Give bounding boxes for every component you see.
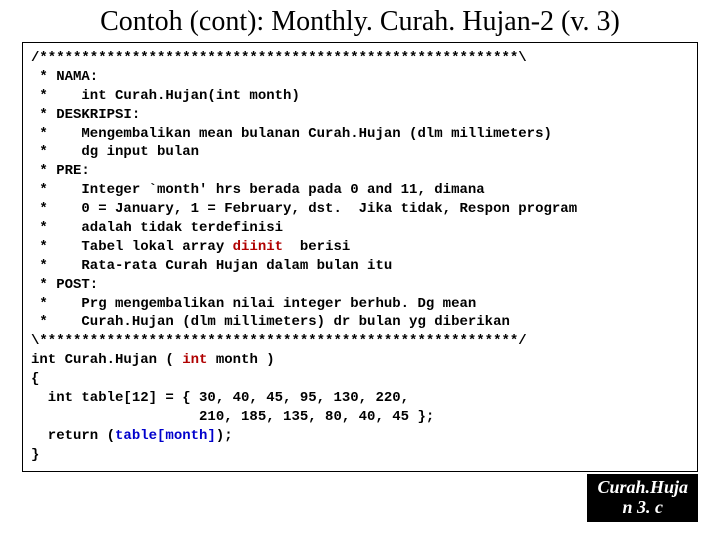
code-line: * Mengembalikan mean bulanan Curah.Hujan…: [31, 126, 552, 142]
keyword-diinit: diinit: [233, 239, 283, 255]
code-line: * 0 = January, 1 = February, dst. Jika t…: [31, 201, 577, 217]
code-line: return (table[month]);: [31, 428, 233, 444]
code-line: int Curah.Hujan ( int month ): [31, 352, 275, 368]
code-line: 210, 185, 135, 80, 40, 45 };: [31, 409, 434, 425]
code-line: * Integer `month' hrs berada pada 0 and …: [31, 182, 485, 198]
code-line: * DESKRIPSI:: [31, 107, 140, 123]
code-line: * PRE:: [31, 163, 90, 179]
code-line: /***************************************…: [31, 50, 527, 66]
code-line: * dg input bulan: [31, 144, 199, 160]
code-line: * POST:: [31, 277, 98, 293]
code-line: * Curah.Hujan (dlm millimeters) dr bulan…: [31, 314, 510, 330]
code-line: * NAMA:: [31, 69, 98, 85]
badge-line: n 3. c: [597, 498, 688, 518]
expr-table-month: table[month]: [115, 428, 216, 444]
code-line: * Rata-rata Curah Hujan dalam bulan itu: [31, 258, 392, 274]
code-line: * adalah tidak terdefinisi: [31, 220, 283, 236]
code-line: * Tabel lokal array diinit berisi: [31, 239, 350, 255]
code-line: * int Curah.Hujan(int month): [31, 88, 300, 104]
code-line: }: [31, 447, 39, 463]
slide-title: Contoh (cont): Monthly. Curah. Hujan-2 (…: [0, 0, 720, 42]
badge-line: Curah.Huja: [597, 478, 688, 498]
code-line: * Prg mengembalikan nilai integer berhub…: [31, 296, 476, 312]
filename-badge: Curah.Huja n 3. c: [587, 474, 698, 522]
code-line: \***************************************…: [31, 333, 527, 349]
code-line: int table[12] = { 30, 40, 45, 95, 130, 2…: [31, 390, 409, 406]
code-block: /***************************************…: [22, 42, 698, 472]
slide: Contoh (cont): Monthly. Curah. Hujan-2 (…: [0, 0, 720, 540]
keyword-int: int: [182, 352, 207, 368]
code-line: {: [31, 371, 39, 387]
